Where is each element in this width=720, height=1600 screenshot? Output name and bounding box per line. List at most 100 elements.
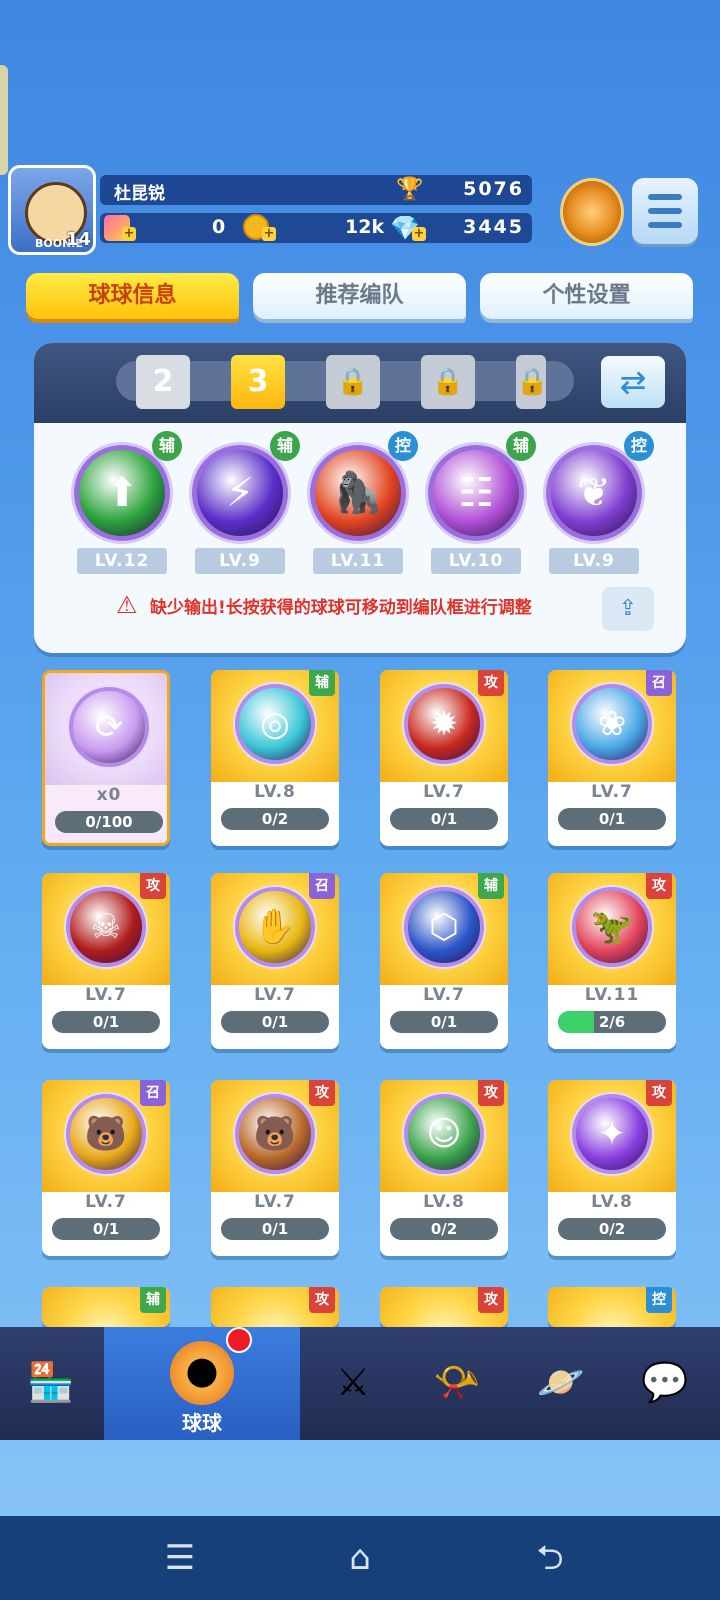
card-ball: ✋ xyxy=(235,887,315,967)
card-progress-text: 0/1 xyxy=(92,1220,120,1238)
lineup-warning-text: 缺少输出!长按获得的球球可移动到编队框进行调整 xyxy=(150,598,532,618)
card-progress-bar: 0/1 xyxy=(52,1011,160,1033)
ball-card[interactable]: ☺ 攻 LV.8 0/2 xyxy=(380,1080,508,1256)
ball-card[interactable]: ✹ 攻 LV.7 0/1 xyxy=(380,670,508,846)
card-ball: ❀ xyxy=(572,684,652,764)
card-ball: ☺ xyxy=(404,1094,484,1174)
ball-card[interactable]: ⬡ 辅 LV.7 0/1 xyxy=(380,873,508,1049)
nav-item-whistle[interactable]: 📯 xyxy=(406,1327,506,1440)
card-progress-text: 0/2 xyxy=(598,1220,626,1238)
explosion-icon: ✹ xyxy=(429,704,459,744)
bottom-nav: 🏪 ● 球球 ⚔ 📯 🪐 💬 xyxy=(0,1327,720,1440)
menu-button[interactable] xyxy=(632,178,698,244)
resource-bar: + 0 + 12k 💎 + 3445 xyxy=(100,213,532,243)
tab-ball-info[interactable]: 球球信息 xyxy=(26,273,239,319)
lightning-icon: ⚡ xyxy=(225,470,255,516)
nav-item-ball[interactable]: ● 球球 xyxy=(104,1327,300,1440)
nav-item-planet[interactable]: 🪐 xyxy=(510,1327,610,1440)
refresh-orb-icon: ⟳ xyxy=(94,707,124,747)
bear-icon: 🐻 xyxy=(84,1114,128,1154)
card-progress-text: 0/1 xyxy=(430,810,458,828)
ball-card[interactable]: ✦ 攻 LV.8 0/2 xyxy=(548,1080,676,1256)
lineup-ball-2[interactable]: ⚡ xyxy=(192,445,288,541)
lineup-ball-4[interactable]: ☷ xyxy=(428,445,524,541)
ball-card[interactable]: 🦖 攻 LV.11 2/6 xyxy=(548,873,676,1049)
lineup-ball-3[interactable]: 🦍 xyxy=(310,445,406,541)
rank-badge-icon[interactable] xyxy=(560,178,624,246)
card-progress-text: 0/2 xyxy=(430,1220,458,1238)
card-level: LV.7 xyxy=(591,782,633,802)
ball-card[interactable]: 辅 xyxy=(42,1287,170,1327)
lineup-slot-locked-6[interactable]: 🔒 xyxy=(516,355,546,409)
menu-line xyxy=(648,208,682,214)
ball-card[interactable]: 攻 xyxy=(380,1287,508,1327)
warning-icon: ⚠ xyxy=(116,591,138,619)
card-type-badge: 召 xyxy=(140,1080,166,1106)
card-type-badge: 攻 xyxy=(478,670,504,696)
card-progress-bar: 0/2 xyxy=(390,1218,498,1240)
tab-personal-settings[interactable]: 个性设置 xyxy=(480,273,693,319)
lineup-ball-5[interactable]: ❦ xyxy=(546,445,642,541)
lineup-slot-3[interactable]: 3 xyxy=(231,355,285,409)
lineup-ball-level: LV.12 xyxy=(77,548,167,574)
ball-card[interactable]: ✋ 召 LV.7 0/1 xyxy=(211,873,339,1049)
system-menu-button[interactable]: ☰ xyxy=(150,1536,210,1580)
card-type-badge: 攻 xyxy=(309,1080,335,1106)
bear2-icon: 🐻 xyxy=(253,1114,297,1154)
card-progress-text: 0/1 xyxy=(261,1220,289,1238)
card-type-badge: 召 xyxy=(309,873,335,899)
card-level: LV.7 xyxy=(254,1192,296,1212)
card-progress-text: 0/100 xyxy=(85,813,133,831)
player-level: 14 xyxy=(65,229,91,250)
card-level: LV.11 xyxy=(584,985,640,1005)
card-level: LV.7 xyxy=(423,985,465,1005)
ball-card[interactable]: 🐻 召 LV.7 0/1 xyxy=(42,1080,170,1256)
player-name: 杜昆锐 xyxy=(114,184,165,204)
card-progress-bar: 0/1 xyxy=(390,808,498,830)
lineup-slot-2[interactable]: 2 xyxy=(136,355,190,409)
ball-card[interactable]: 攻 xyxy=(211,1287,339,1327)
card-type-badge: 控 xyxy=(646,1287,672,1313)
add-card-icon[interactable]: + xyxy=(122,227,136,241)
venom-icon: ☠ xyxy=(90,907,122,947)
coin-count: 12k xyxy=(345,216,385,238)
card-ball: 🐻 xyxy=(235,1094,315,1174)
card-level: LV.8 xyxy=(254,782,296,802)
card-level: LV.7 xyxy=(254,985,296,1005)
nav-label: 球球 xyxy=(182,1411,222,1435)
system-home-button[interactable]: ⌂ xyxy=(330,1536,390,1580)
add-gem-icon[interactable]: + xyxy=(412,227,426,241)
player-avatar[interactable]: BOONIE 14 xyxy=(8,165,96,255)
lineup-ball-1[interactable]: ⬆ xyxy=(74,445,170,541)
menu-line xyxy=(648,222,682,228)
card-progress-bar: 0/1 xyxy=(221,1218,329,1240)
ball-card[interactable]: 🐻 攻 LV.7 0/1 xyxy=(211,1080,339,1256)
lineup-ball-level: LV.9 xyxy=(195,548,285,574)
card-ball: ✦ xyxy=(572,1094,652,1174)
ball-card[interactable]: ◎ 辅 LV.8 0/2 xyxy=(211,670,339,846)
card-progress-text: 0/1 xyxy=(261,1013,289,1031)
ball-card[interactable]: 控 xyxy=(548,1287,676,1327)
lineup-header: 2 3 🔒 🔒 🔒 ⇄ xyxy=(34,343,686,423)
nav-item-swords[interactable]: ⚔ xyxy=(302,1327,402,1440)
lineup-slot-locked-4[interactable]: 🔒 xyxy=(326,355,380,409)
card-progress-text: 0/1 xyxy=(598,810,626,828)
swap-lineup-button[interactable]: ⇄ xyxy=(601,356,665,408)
lineup-ball-type-badge: 控 xyxy=(624,431,654,461)
trophy-icon: 🏆 xyxy=(396,177,424,202)
share-lineup-button[interactable]: ⇪ xyxy=(602,587,654,631)
crowd-icon: ☷ xyxy=(458,470,494,516)
add-coin-icon[interactable]: + xyxy=(262,227,276,241)
card-level: LV.7 xyxy=(423,782,465,802)
nav-item-chat[interactable]: 💬 xyxy=(614,1327,714,1440)
special-orb-card[interactable]: ⟳ x0 0/100 xyxy=(42,670,170,846)
nav-item-shop[interactable]: 🏪 xyxy=(0,1327,100,1440)
card-type-badge: 召 xyxy=(646,670,672,696)
system-back-button[interactable]: ⮌ xyxy=(520,1536,580,1580)
ball-card[interactable]: ☠ 攻 LV.7 0/1 xyxy=(42,873,170,1049)
tab-recommended-team[interactable]: 推荐编队 xyxy=(253,273,466,319)
card-type-badge: 辅 xyxy=(478,873,504,899)
lineup-slot-locked-5[interactable]: 🔒 xyxy=(421,355,475,409)
ball-card[interactable]: ❀ 召 LV.7 0/1 xyxy=(548,670,676,846)
hand-icon: ✋ xyxy=(253,907,297,947)
